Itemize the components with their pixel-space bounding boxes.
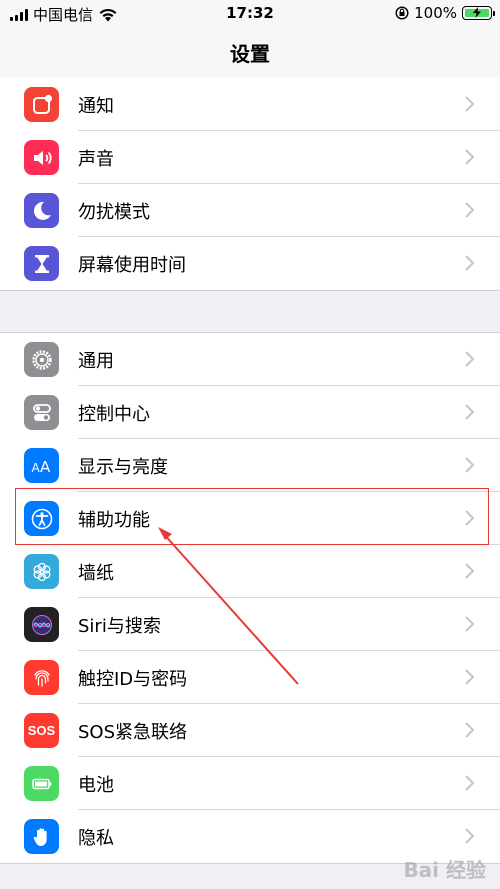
sos-icon: SOS [24, 713, 59, 748]
battery-percent: 100% [414, 4, 457, 22]
svg-text:A: A [40, 458, 51, 476]
settings-row-label: 屏幕使用时间 [78, 255, 186, 276]
settings-row-label: Siri与搜索 [78, 616, 161, 637]
siri-icon [24, 607, 59, 642]
chevron-right-icon [465, 563, 474, 579]
settings-row-sounds[interactable]: 声音 [0, 131, 500, 184]
chevron-right-icon [465, 775, 474, 791]
wallpaper-icon [24, 554, 59, 589]
settings-row-battery[interactable]: 电池 [0, 757, 500, 810]
settings-row-label: 控制中心 [78, 404, 150, 425]
chevron-right-icon [465, 828, 474, 844]
settings-row-screen-time[interactable]: 屏幕使用时间 [0, 237, 500, 290]
settings-row-siri-search[interactable]: Siri与搜索 [0, 598, 500, 651]
settings-row-notifications[interactable]: 通知 [0, 78, 500, 131]
display-brightness-icon: AA [24, 448, 59, 483]
settings-row-label: 电池 [78, 775, 114, 796]
do-not-disturb-icon [24, 193, 59, 228]
chevron-right-icon [465, 457, 474, 473]
chevron-right-icon [465, 404, 474, 420]
chevron-right-icon [465, 96, 474, 112]
navigation-bar: 设置 [0, 26, 500, 79]
chevron-right-icon [465, 149, 474, 165]
settings-row-general[interactable]: 通用 [0, 333, 500, 386]
accessibility-icon [24, 501, 59, 536]
fingerprint-icon [24, 660, 59, 695]
status-bar: 中国电信 17:32 100% [0, 0, 500, 26]
settings-row-label: 触控ID与密码 [78, 669, 188, 690]
settings-row-label: 墙纸 [78, 563, 114, 584]
settings-group-2: 通用 控制中心 AA 显示与亮度 辅助功能 墙纸 Siri与搜索 触控ID与密码… [0, 332, 500, 864]
gear-icon [24, 342, 59, 377]
settings-row-label: 隐私 [78, 828, 114, 849]
settings-row-accessibility[interactable]: 辅助功能 [0, 492, 500, 545]
page-title: 设置 [230, 42, 270, 66]
status-right: 100% [395, 4, 495, 22]
settings-row-label: 通用 [78, 351, 114, 372]
notifications-icon [24, 87, 59, 122]
chevron-right-icon [465, 669, 474, 685]
settings-row-label: 声音 [78, 149, 114, 170]
chevron-right-icon [465, 202, 474, 218]
battery-status-icon [462, 6, 495, 20]
settings-group-1: 通知 声音 勿扰模式 屏幕使用时间 [0, 78, 500, 291]
settings-row-display-brightness[interactable]: AA 显示与亮度 [0, 439, 500, 492]
rotation-lock-icon [395, 6, 409, 20]
chevron-right-icon [465, 255, 474, 271]
settings-row-label: 通知 [78, 96, 114, 117]
settings-row-label: 辅助功能 [78, 510, 150, 531]
battery-icon [24, 766, 59, 801]
chevron-right-icon [465, 351, 474, 367]
chevron-right-icon [465, 722, 474, 738]
watermark: Bai 经验 [403, 858, 486, 882]
sounds-icon [24, 140, 59, 175]
settings-row-control-center[interactable]: 控制中心 [0, 386, 500, 439]
chevron-right-icon [465, 616, 474, 632]
settings-row-touch-id[interactable]: 触控ID与密码 [0, 651, 500, 704]
settings-row-do-not-disturb[interactable]: 勿扰模式 [0, 184, 500, 237]
settings-row-emergency-sos[interactable]: SOS SOS紧急联络 [0, 704, 500, 757]
settings-row-wallpaper[interactable]: 墙纸 [0, 545, 500, 598]
screen-time-icon [24, 246, 59, 281]
sos-icon-text: SOS [27, 723, 56, 738]
settings-row-label: 勿扰模式 [78, 202, 150, 223]
control-center-icon [24, 395, 59, 430]
chevron-right-icon [465, 510, 474, 526]
privacy-hand-icon [24, 819, 59, 854]
settings-row-label: 显示与亮度 [78, 457, 168, 478]
settings-row-label: SOS紧急联络 [78, 722, 188, 743]
